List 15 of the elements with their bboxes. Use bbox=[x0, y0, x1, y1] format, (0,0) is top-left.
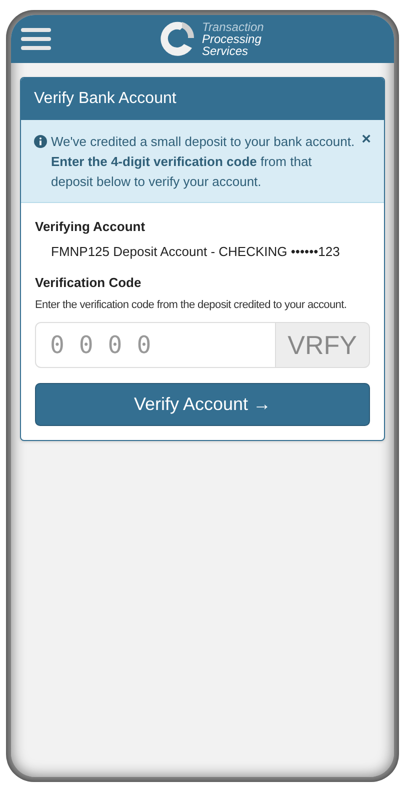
verify-button[interactable]: Verify Account → bbox=[35, 383, 370, 426]
alert-message: We've credited a small deposit to your bank account. Enter the 4-digit verification code from that deposit below to verify your account. bbox=[51, 133, 356, 191]
info-icon bbox=[34, 135, 47, 148]
menu-icon[interactable] bbox=[21, 27, 51, 51]
field-label: Verifying Account bbox=[35, 218, 146, 236]
logo-text: Services bbox=[202, 45, 248, 57]
input-addon: VRFY bbox=[276, 322, 370, 368]
card-title: Verify Bank Account bbox=[21, 78, 384, 120]
logo-text: Transaction bbox=[202, 21, 264, 33]
code-field[interactable]: 0 0 0 0 bbox=[35, 322, 276, 368]
field-label: Verification Code bbox=[35, 274, 142, 292]
help-text: Enter the verification code from the deposit credited to your account. bbox=[35, 298, 348, 312]
close-button[interactable]: × bbox=[362, 132, 371, 148]
account-value: FMNP125 Deposit Account - CHECKING ••••••123 bbox=[50, 242, 341, 261]
logo-text: Processing bbox=[202, 33, 262, 45]
